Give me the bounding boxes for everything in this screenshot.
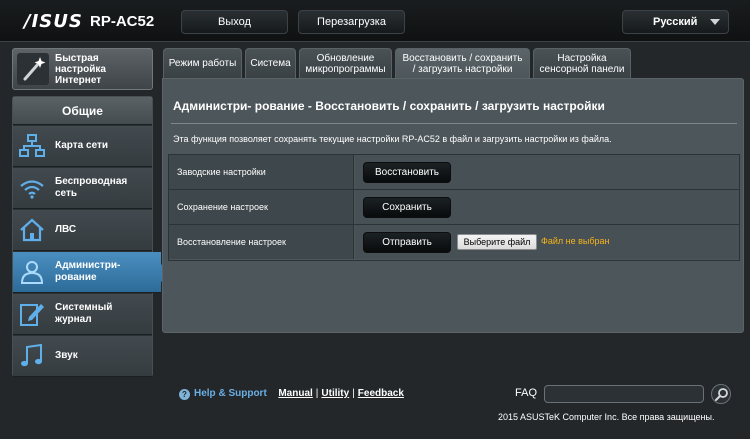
restore-factory-button[interactable]: Восстановить: [363, 162, 451, 183]
table-row: Восстановление настроек Отправить Выбери…: [169, 225, 739, 260]
upload-settings-button[interactable]: Отправить: [363, 232, 451, 253]
magic-wand-icon: [17, 53, 49, 85]
sidebar-item-lan[interactable]: ЛВС: [13, 210, 152, 251]
music-icon: [21, 343, 42, 367]
tab-label: Восстановить / сохранить / загрузить нас…: [402, 52, 523, 75]
feedback-link[interactable]: Feedback: [358, 388, 404, 399]
sidebar-item-system-log[interactable]: Системный журнал: [13, 294, 152, 335]
quick-internet-setup-button[interactable]: Быстрая настройка Интернет: [12, 48, 153, 90]
lan-home-icon: [20, 218, 44, 242]
asus-logo: /ISUS: [24, 11, 83, 32]
sidebar-nav: Общие Карта сети Беспроводная сеть ЛВС А…: [12, 96, 169, 377]
save-settings-button[interactable]: Сохранить: [363, 197, 451, 218]
tab-label: Обновление микропрограммы: [305, 52, 386, 75]
sidebar-item-label: Беспроводная сеть: [55, 176, 128, 199]
language-select[interactable]: Русский: [622, 10, 729, 34]
reboot-button[interactable]: Перезагрузка: [298, 10, 405, 34]
utility-link[interactable]: Utility: [321, 388, 349, 399]
choose-file-button[interactable]: Выберите файл: [457, 234, 537, 250]
tab-label: Система: [250, 58, 291, 69]
page-description: Эта функция позволяет сохранять текущие …: [173, 134, 612, 144]
tab-operation-mode[interactable]: Режим работы: [163, 48, 242, 78]
row-value: Сохранить: [355, 190, 739, 224]
sidebar-item-label: Системный журнал: [55, 302, 113, 325]
administration-icon: [20, 261, 44, 284]
separator: |: [315, 388, 319, 399]
logout-button[interactable]: Выход: [181, 10, 288, 34]
faq-search-button[interactable]: [711, 384, 731, 404]
row-value: Отправить Выберите файл Файл не выбран: [355, 225, 739, 259]
tab-system[interactable]: Система: [245, 48, 296, 78]
row-label: Заводские настройки: [169, 155, 354, 189]
table-row: Сохранение настроек Сохранить: [169, 190, 739, 225]
row-value: Восстановить: [355, 155, 739, 189]
faq-search-input[interactable]: [544, 385, 704, 403]
page-title: Администри- рование - Восстановить / сох…: [173, 99, 605, 113]
network-map-icon: [19, 134, 45, 157]
copyright-text: 2015 ASUSTeK Computer Inc. Все права защ…: [498, 412, 715, 422]
tab-label: Режим работы: [168, 58, 237, 69]
system-log-icon: [20, 304, 44, 326]
divider: [171, 123, 737, 124]
tab-restore-save-upload[interactable]: Восстановить / сохранить / загрузить нас…: [395, 48, 530, 78]
help-support-bar: ? Help & Support Manual | Utility | Feedback: [179, 388, 404, 400]
help-support-link[interactable]: Help & Support: [194, 388, 267, 399]
sidebar-section-title: Общие: [13, 97, 152, 125]
tab-label: Настройка сенсорной панели: [539, 52, 625, 75]
sidebar-item-wireless[interactable]: Беспроводная сеть: [13, 168, 152, 209]
language-label: Русский: [653, 16, 698, 28]
sidebar-item-label: ЛВС: [55, 224, 77, 235]
row-label: Восстановление настроек: [169, 225, 354, 259]
question-icon: ?: [179, 389, 190, 400]
top-bar: /ISUS RP-AC52 Выход Перезагрузка Русский: [0, 0, 750, 42]
tab-touch-panel[interactable]: Настройка сенсорной панели: [533, 48, 631, 78]
wireless-icon: [20, 180, 44, 199]
file-status-text: Файл не выбран: [541, 236, 610, 246]
tab-firmware-upgrade[interactable]: Обновление микропрограммы: [299, 48, 392, 78]
sidebar-item-network-map[interactable]: Карта сети: [13, 126, 152, 167]
settings-panel: Администри- рование - Восстановить / сох…: [162, 78, 744, 333]
sidebar-item-label: Звук: [55, 350, 78, 361]
model-name: RP-AC52: [90, 13, 155, 30]
settings-table: Заводские настройки Восстановить Сохране…: [168, 154, 740, 261]
search-icon: [715, 388, 728, 401]
sidebar-item-administration[interactable]: Администри- рование: [13, 252, 169, 293]
table-row: Заводские настройки Восстановить: [169, 155, 739, 190]
quick-setup-label: Быстрая настройка Интернет: [55, 53, 106, 86]
chevron-down-icon: [710, 19, 720, 25]
manual-link[interactable]: Manual: [278, 388, 312, 399]
sidebar-item-label: Администри- рование: [55, 260, 121, 283]
sidebar-item-label: Карта сети: [55, 140, 109, 151]
faq-label: FAQ: [515, 387, 538, 399]
separator: |: [352, 388, 355, 399]
sidebar-item-sound[interactable]: Звук: [13, 336, 152, 377]
row-label: Сохранение настроек: [169, 190, 354, 224]
